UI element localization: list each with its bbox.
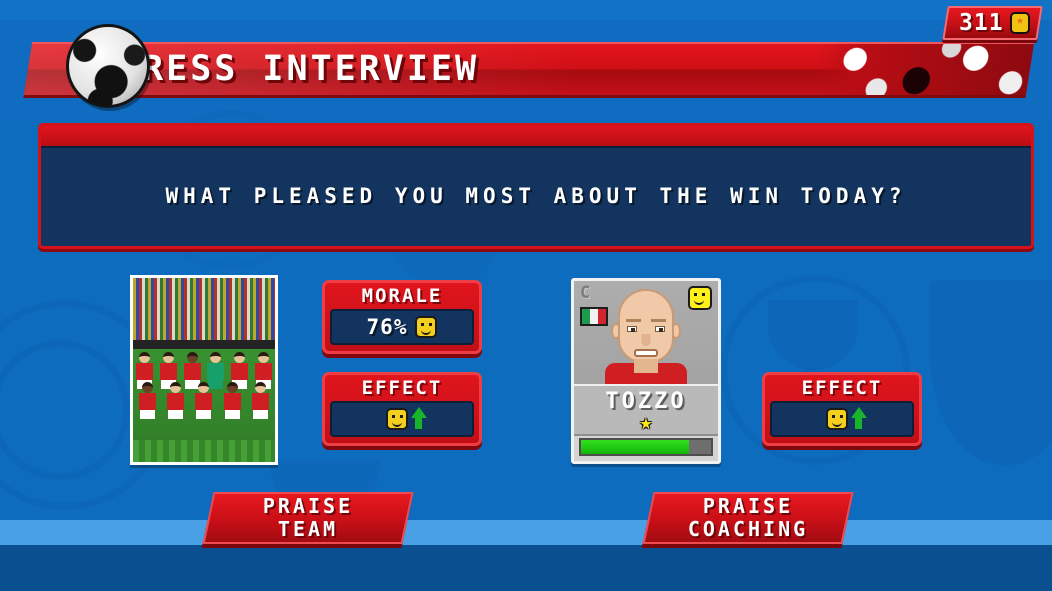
coaching-effect-value-box <box>770 401 914 437</box>
background-watermark-trophy <box>768 300 858 370</box>
coach-rating-bar-track <box>579 438 713 456</box>
stadium-crowd <box>133 278 275 340</box>
ball-pattern-decoration <box>810 44 1034 95</box>
currency-badge[interactable]: 311 <box>942 6 1043 40</box>
smiley-face-icon <box>386 408 408 430</box>
morale-value-box: 76% <box>330 309 474 345</box>
squad-player <box>251 382 270 422</box>
coach-name-plate: TOZZO ★ <box>574 384 718 436</box>
coaching-effect-panel: EFFECT <box>762 372 922 446</box>
player-row-front <box>133 382 275 422</box>
squad-player <box>166 382 185 422</box>
praise-team-button[interactable]: PRAISE TEAM <box>202 492 414 544</box>
coach-card[interactable]: C TOZZO ★ <box>571 278 721 464</box>
coach-face-illustration <box>605 289 687 384</box>
coach-rating-bar-fill <box>581 440 689 454</box>
background-watermark-shield <box>930 280 1052 465</box>
morale-panel: MORALE 76% <box>322 280 482 354</box>
background-watermark-ring <box>0 340 130 480</box>
coin-icon <box>1010 12 1030 34</box>
soccer-ball-icon <box>66 24 150 108</box>
header-bar: PRESS INTERVIEW <box>0 0 1052 115</box>
coach-portrait: C <box>574 281 718 384</box>
currency-value: 311 <box>959 10 1004 36</box>
page-title: PRESS INTERVIEW <box>118 49 480 89</box>
pitch-barrier <box>133 340 275 349</box>
praise-team-label-line2: TEAM <box>277 517 339 541</box>
question-panel-cap <box>41 126 1031 148</box>
morale-value: 76% <box>366 315 408 339</box>
star-icon: ★ <box>639 410 653 434</box>
question-panel: WHAT PLEASED YOU MOST ABOUT THE WIN TODA… <box>38 123 1034 249</box>
team-effect-panel: EFFECT <box>322 372 482 446</box>
squad-player <box>138 382 157 422</box>
morale-label: MORALE <box>361 285 443 307</box>
team-effect-value-box <box>330 401 474 437</box>
smiley-face-icon <box>688 286 712 310</box>
smiley-face-icon <box>826 408 848 430</box>
interview-question-text: WHAT PLEASED YOU MOST ABOUT THE WIN TODA… <box>165 184 907 208</box>
team-effect-label: EFFECT <box>361 377 443 399</box>
praise-coaching-label-line2: COACHING <box>687 517 809 541</box>
game-screen: PRESS INTERVIEW 311 WHAT PLEASED YOU MOS… <box>0 0 1052 591</box>
team-photo-card[interactable] <box>130 275 278 465</box>
praise-coaching-label-line1: PRAISE <box>702 494 794 518</box>
coach-role-label: C <box>580 283 591 303</box>
praise-coaching-button[interactable]: PRAISE COACHING <box>642 492 854 544</box>
smiley-face-icon <box>415 316 438 338</box>
team-photo-image <box>133 278 275 462</box>
squad-player <box>223 382 242 422</box>
praise-team-label-line1: PRAISE <box>262 494 354 518</box>
coaching-effect-label: EFFECT <box>801 377 883 399</box>
squad-player <box>194 382 213 422</box>
italy-flag-icon <box>580 307 608 326</box>
